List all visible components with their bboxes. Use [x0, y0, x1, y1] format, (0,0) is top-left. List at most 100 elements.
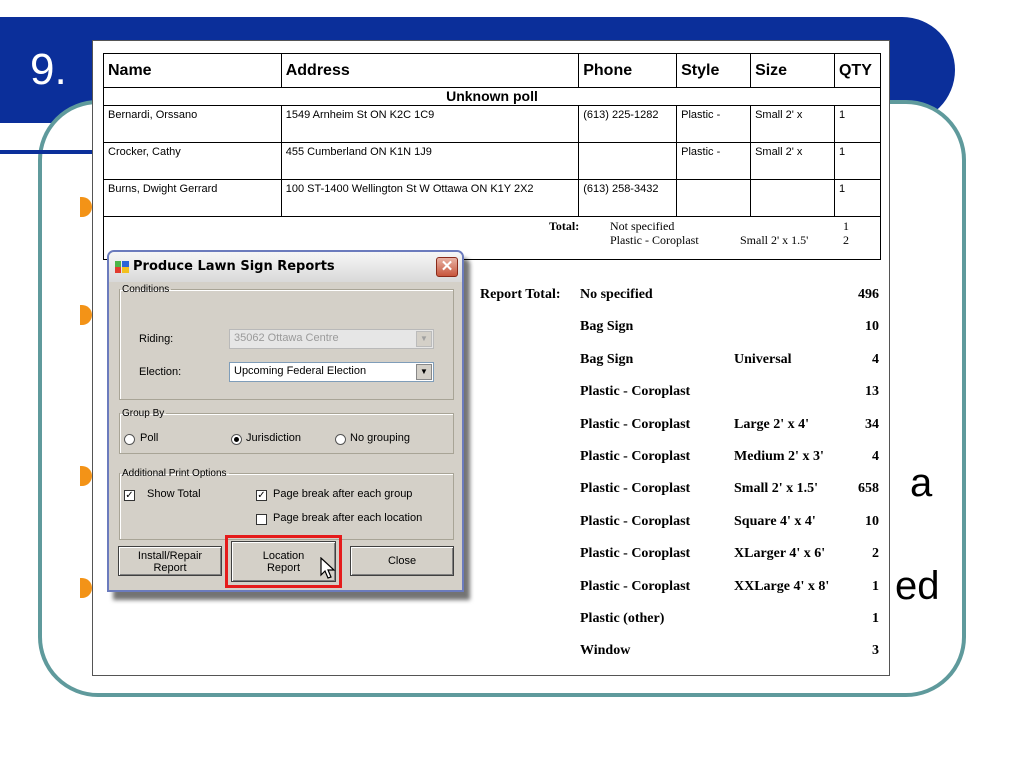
report-total-qty: 496	[858, 287, 879, 302]
report-total-qty: 3	[872, 643, 879, 659]
jurisdiction-radio-label: Jurisdiction	[246, 432, 302, 444]
report-total-qty: 1	[872, 578, 879, 594]
report-total-style: Window	[580, 643, 631, 659]
conditions-legend: Conditions	[122, 284, 170, 295]
report-total-size: Small 2' x 1.5'	[734, 481, 819, 497]
cell-qty: 1	[833, 179, 882, 217]
cell-size: Small 2' x	[750, 105, 835, 143]
dialog-title: Produce Lawn Sign Reports	[133, 259, 335, 274]
no-grouping-radio[interactable]	[335, 434, 346, 445]
report-total-qty: 4	[872, 449, 879, 464]
report-total-qty: 2	[872, 546, 879, 562]
no-grouping-radio-label: No grouping	[350, 432, 410, 444]
report-total-label: Report Total:	[480, 287, 561, 302]
cell-phone: (613) 225-1282	[578, 105, 678, 143]
election-label: Election:	[139, 366, 182, 378]
cell-phone: (613) 258-3432	[578, 179, 678, 217]
jurisdiction-radio[interactable]	[231, 434, 242, 445]
report-total-style: No specified	[580, 287, 653, 302]
report-total-style: Plastic - Coroplast	[580, 384, 691, 400]
cell-qty: 1	[833, 105, 882, 143]
report-total-style: Plastic (other)	[580, 611, 665, 626]
group-total-style: Not specified	[610, 219, 675, 233]
show-total-checkbox[interactable]: ✓	[124, 490, 135, 501]
install-button-line1: Install/Repair	[137, 550, 203, 562]
report-total-qty: 658	[858, 481, 879, 497]
report-total-size: Medium 2' x 3'	[734, 449, 824, 464]
cell-style: Plastic -	[676, 142, 752, 180]
report-total-size: XXLarge 4' x 8'	[734, 578, 830, 594]
report-total-qty: 10	[865, 513, 879, 529]
group-by-legend: Group By	[122, 408, 165, 419]
riding-label: Riding:	[139, 333, 174, 345]
group-total-style: Plastic - Coroplast	[610, 233, 699, 247]
report-total-size: XLarger 4' x 6'	[734, 546, 826, 562]
column-header-qty: QTY	[833, 53, 882, 88]
report-total-qty: 4	[872, 351, 879, 367]
report-table: Name Address Phone Style Size QTY Unknow…	[103, 53, 882, 260]
slide-number: 9.	[30, 45, 67, 94]
column-header-phone: Phone	[578, 53, 678, 88]
cell-address: 1549 Arnheim St ON K2C 1C9	[280, 105, 580, 143]
report-total-qty: 1	[872, 611, 879, 626]
chevron-down-icon: ▼	[416, 364, 432, 380]
election-select[interactable]: Upcoming Federal Election ▼	[229, 362, 434, 382]
cell-style: Plastic -	[676, 105, 752, 143]
chevron-down-icon: ▼	[416, 331, 432, 347]
install-repair-report-button[interactable]: Install/Repair Report	[118, 546, 222, 576]
location-button-line2: Report	[266, 562, 301, 574]
riding-select[interactable]: 35062 Ottawa Centre ▼	[229, 329, 434, 349]
report-total-style: Plastic - Coroplast	[580, 481, 691, 497]
slide-bullet-text-fragment: a	[910, 461, 933, 505]
column-header-style: Style	[676, 53, 752, 88]
report-total-size: Large 2' x 4'	[734, 416, 810, 432]
print-options-legend: Additional Print Options	[122, 468, 227, 479]
election-value: Upcoming Federal Election	[234, 365, 367, 377]
table-row: Bernardi, Orssano 1549 Arnheim St ON K2C…	[103, 105, 882, 143]
cell-style	[676, 179, 752, 217]
cell-name: Bernardi, Orssano	[103, 105, 282, 143]
group-total-label: Total:	[549, 219, 580, 233]
page-break-location-checkbox[interactable]	[256, 514, 267, 525]
dialog-title-bar[interactable]: Produce Lawn Sign Reports ✕	[109, 252, 462, 282]
close-icon[interactable]: ✕	[436, 257, 458, 277]
column-header-name: Name	[103, 53, 282, 88]
cell-qty: 1	[833, 142, 882, 180]
produce-lawn-sign-reports-dialog: Produce Lawn Sign Reports ✕ Conditions R…	[107, 250, 464, 592]
cell-address: 455 Cumberland ON K1N 1J9	[280, 142, 580, 180]
print-options-group: Additional Print Options	[119, 468, 454, 540]
cell-size: Small 2' x	[750, 142, 835, 180]
app-icon	[115, 261, 129, 273]
table-row: Burns, Dwight Gerrard 100 ST-1400 Wellin…	[103, 179, 882, 217]
cell-address: 100 ST-1400 Wellington St W Ottawa ON K1…	[280, 179, 580, 217]
report-total-size: Square 4' x 4'	[734, 513, 816, 529]
riding-value: 35062 Ottawa Centre	[234, 332, 339, 344]
location-button-line1: Location	[262, 550, 305, 562]
cell-name: Burns, Dwight Gerrard	[103, 179, 282, 217]
report-total-qty: 34	[865, 416, 879, 432]
report-total-qty: 10	[865, 319, 879, 335]
show-total-label: Show Total	[147, 488, 201, 500]
report-total-style: Bag Sign	[580, 351, 634, 367]
install-button-line2: Report	[153, 562, 187, 574]
page-break-location-label: Page break after each location	[273, 512, 423, 524]
mouse-pointer-icon	[320, 557, 336, 579]
report-total-style: Plastic - Coroplast	[580, 546, 691, 562]
table-row: Crocker, Cathy 455 Cumberland ON K1N 1J9…	[103, 142, 882, 180]
column-header-address: Address	[280, 53, 580, 88]
poll-heading: Unknown poll	[103, 87, 881, 106]
cell-name: Crocker, Cathy	[103, 142, 282, 180]
group-total-size: Small 2' x 1.5'	[740, 233, 809, 247]
group-by-group: Group By	[119, 408, 454, 454]
report-total-style: Plastic - Coroplast	[580, 449, 691, 464]
close-button-label: Close	[387, 555, 417, 567]
report-header-row: Name Address Phone Style Size QTY	[103, 53, 882, 88]
poll-radio[interactable]	[124, 434, 135, 445]
slide-title-underline	[0, 150, 92, 154]
poll-radio-label: Poll	[140, 432, 159, 444]
column-header-size: Size	[750, 53, 835, 88]
page-break-group-checkbox[interactable]: ✓	[256, 490, 267, 501]
report-total-qty: 13	[865, 384, 879, 400]
close-button[interactable]: Close	[350, 546, 454, 576]
slide-bullet-text-fragment: ed	[895, 564, 940, 608]
